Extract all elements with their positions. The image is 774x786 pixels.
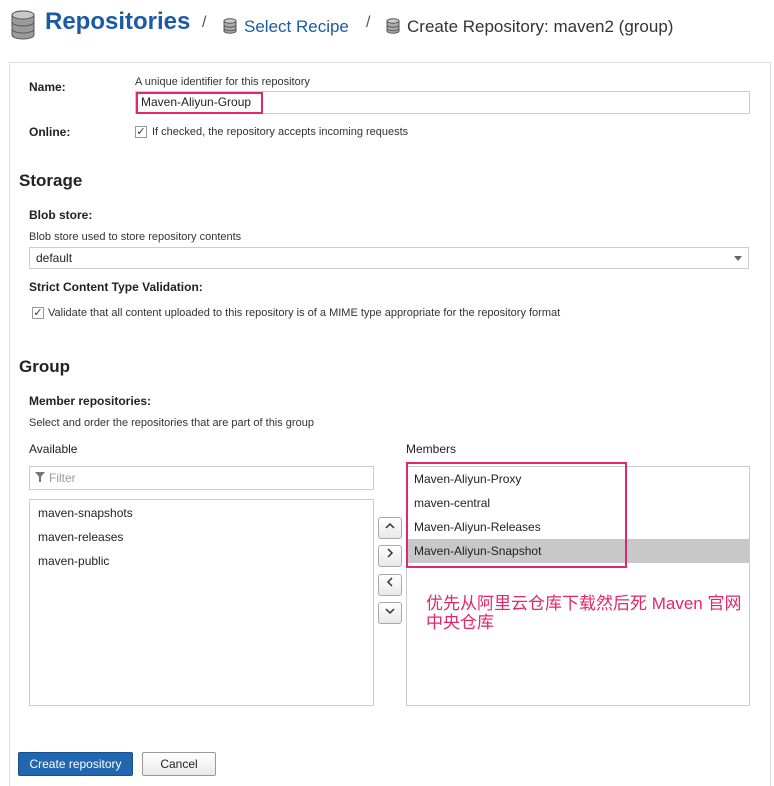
annotation-note: 优先从阿里云仓库下载然后死 Maven 官网 中央仓库 xyxy=(426,594,766,632)
breadcrumb-repositories[interactable]: Repositories xyxy=(45,8,190,36)
list-item[interactable]: maven-snapshots xyxy=(38,506,133,520)
strict-validation-label: Strict Content Type Validation: xyxy=(29,280,203,294)
breadcrumb-select-recipe[interactable]: Select Recipe xyxy=(244,17,349,37)
database-icon xyxy=(11,10,35,40)
checkmark-icon: ✓ xyxy=(33,307,43,319)
group-section-title: Group xyxy=(19,357,70,376)
blob-store-label: Blob store: xyxy=(29,208,93,222)
breadcrumb-separator: / xyxy=(202,14,207,31)
blob-store-select[interactable]: default xyxy=(29,247,749,269)
member-repositories-help: Select and order the repositories that a… xyxy=(29,417,314,429)
create-repository-button[interactable]: Create repository xyxy=(18,752,133,776)
strict-validation-checkbox[interactable]: ✓ xyxy=(32,307,44,319)
name-help: A unique identifier for this repository xyxy=(135,76,310,88)
cancel-button[interactable]: Cancel xyxy=(142,752,216,776)
filter-input[interactable] xyxy=(29,466,374,490)
online-label: Online: xyxy=(29,125,71,139)
chevron-up-icon xyxy=(385,522,395,529)
chevron-down-icon xyxy=(734,256,742,261)
filter-icon xyxy=(39,477,41,482)
move-down-button[interactable] xyxy=(378,602,402,624)
annotation-line-1: 优先从阿里云仓库下载然后死 Maven 官网 xyxy=(426,594,742,613)
list-item[interactable]: maven-public xyxy=(38,554,109,568)
add-to-members-button[interactable] xyxy=(378,545,402,567)
breadcrumb-create-repository: Create Repository: maven2 (group) xyxy=(407,17,674,36)
chevron-left-icon xyxy=(386,577,393,587)
members-header: Members xyxy=(406,442,457,456)
online-help: If checked, the repository accepts incom… xyxy=(152,126,409,138)
remove-from-members-button[interactable] xyxy=(378,574,402,596)
page-header: Repositories / Select Recipe / Create Re… xyxy=(0,0,774,58)
online-checkbox[interactable]: ✓ xyxy=(135,126,147,138)
database-icon xyxy=(223,18,237,34)
chevron-right-icon xyxy=(387,548,394,558)
move-up-button[interactable] xyxy=(378,517,402,539)
member-repositories-label: Member repositories: xyxy=(29,394,152,408)
members-highlight-annotation xyxy=(406,462,627,568)
available-header: Available xyxy=(29,442,78,456)
chevron-down-icon xyxy=(385,608,395,615)
strict-validation-help: Validate that all content uploaded to th… xyxy=(48,307,561,319)
list-item[interactable]: maven-releases xyxy=(38,530,123,544)
name-label: Name: xyxy=(29,80,66,94)
name-highlight-annotation xyxy=(136,92,263,114)
filter-placeholder: Filter xyxy=(49,471,76,485)
storage-section-title: Storage xyxy=(19,171,83,190)
available-list[interactable]: maven-snapshots maven-releases maven-pub… xyxy=(29,499,374,706)
database-icon xyxy=(386,18,400,34)
annotation-line-2: 中央仓库 xyxy=(426,613,494,632)
blob-store-help: Blob store used to store repository cont… xyxy=(29,231,242,243)
breadcrumb-separator: / xyxy=(366,14,371,31)
checkmark-icon: ✓ xyxy=(136,126,146,138)
